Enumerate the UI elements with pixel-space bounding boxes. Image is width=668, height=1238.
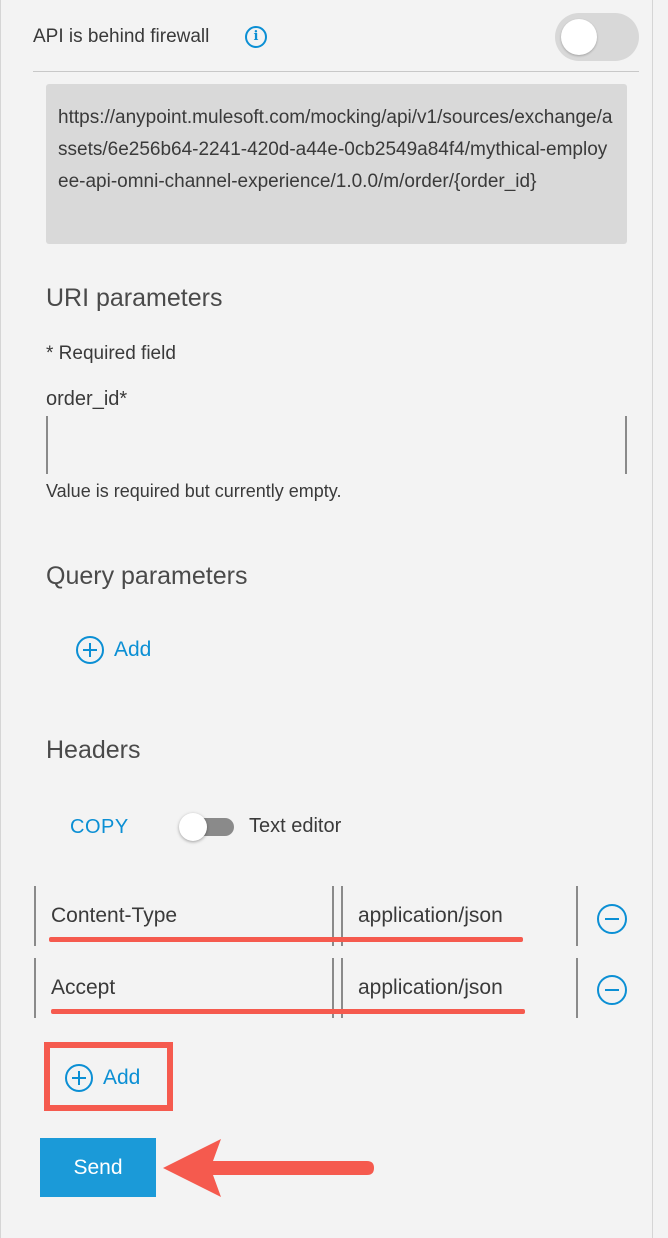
plus-circle-icon bbox=[76, 636, 104, 664]
remove-header-icon[interactable] bbox=[597, 975, 627, 1005]
send-button[interactable]: Send bbox=[40, 1138, 156, 1197]
remove-header-icon[interactable] bbox=[597, 904, 627, 934]
firewall-label: API is behind firewall bbox=[33, 26, 210, 47]
annotation-highlight-box bbox=[44, 1042, 173, 1111]
text-editor-toggle[interactable] bbox=[179, 813, 234, 841]
annotation-underline bbox=[49, 937, 523, 942]
required-field-note: * Required field bbox=[46, 343, 176, 364]
annotation-arrow-icon bbox=[163, 1139, 374, 1197]
query-parameters-title: Query parameters bbox=[46, 562, 248, 590]
firewall-row: API is behind firewall i bbox=[33, 0, 639, 72]
copy-headers-button[interactable]: COPY bbox=[70, 816, 129, 839]
api-console-panel: API is behind firewall i https://anypoin… bbox=[0, 0, 653, 1238]
order-id-error: Value is required but currently empty. bbox=[46, 481, 342, 501]
annotation-underline bbox=[51, 1009, 525, 1014]
header-row-divider bbox=[576, 886, 578, 946]
header-row-divider bbox=[576, 958, 578, 1018]
headers-title: Headers bbox=[46, 736, 141, 764]
toggle-knob bbox=[179, 813, 207, 841]
request-url-display: https://anypoint.mulesoft.com/mocking/ap… bbox=[46, 84, 627, 244]
order-id-label: order_id* bbox=[46, 388, 128, 410]
firewall-toggle[interactable] bbox=[555, 13, 639, 61]
toggle-knob bbox=[561, 19, 597, 55]
info-icon[interactable]: i bbox=[245, 26, 267, 48]
uri-parameters-title: URI parameters bbox=[46, 284, 223, 312]
add-query-label: Add bbox=[114, 638, 152, 661]
text-editor-label: Text editor bbox=[249, 815, 342, 837]
add-query-parameter-button[interactable]: Add bbox=[76, 636, 151, 664]
order-id-input[interactable] bbox=[46, 416, 627, 474]
